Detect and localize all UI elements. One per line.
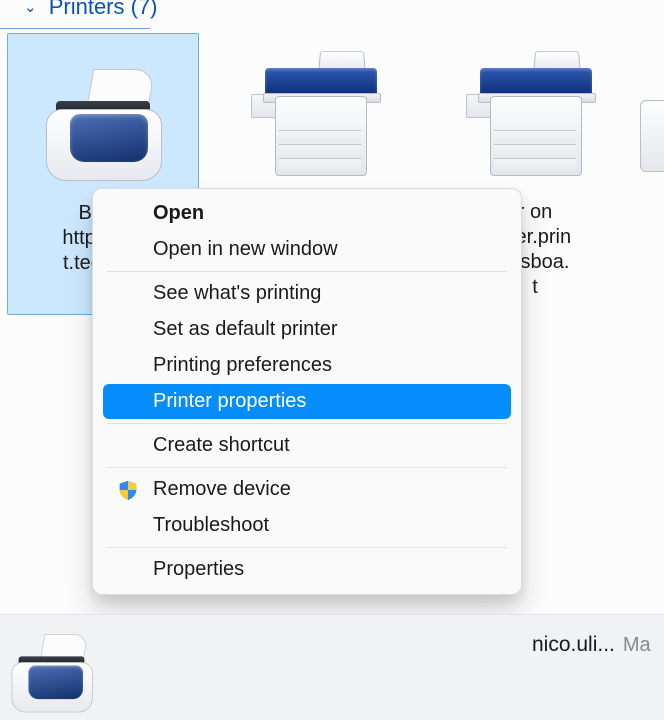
details-printer-icon	[6, 627, 97, 718]
partial-printer-icon[interactable]	[640, 100, 664, 172]
menu-properties[interactable]: Properties	[103, 552, 511, 587]
menu-open-new-window[interactable]: Open in new window	[103, 232, 511, 267]
menu-separator	[107, 271, 507, 272]
menu-printing-preferences[interactable]: Printing preferences	[103, 348, 511, 383]
menu-printer-properties[interactable]: Printer properties	[103, 384, 511, 419]
shield-icon	[117, 479, 139, 501]
section-underline	[0, 28, 150, 29]
menu-separator	[107, 423, 507, 424]
copier-icon	[440, 33, 630, 188]
copier-icon	[225, 33, 415, 188]
menu-separator	[107, 547, 507, 548]
menu-see-printing[interactable]: See what's printing	[103, 276, 511, 311]
menu-troubleshoot[interactable]: Troubleshoot	[103, 508, 511, 543]
menu-remove-device-label: Remove device	[153, 478, 291, 500]
printer-icon	[8, 34, 198, 189]
menu-open[interactable]: Open	[103, 196, 511, 231]
context-menu: Open Open in new window See what's print…	[92, 188, 522, 595]
details-meta: Ma	[623, 634, 651, 656]
chevron-down-icon[interactable]: ⌄	[24, 0, 37, 16]
section-title: Printers (7)	[49, 0, 158, 19]
details-pane: nico.uli... Ma	[0, 614, 664, 720]
details-name-fragment: nico.uli...	[532, 633, 615, 656]
printer-item[interactable]	[225, 33, 415, 200]
menu-remove-device[interactable]: Remove device	[103, 472, 511, 507]
menu-set-default[interactable]: Set as default printer	[103, 312, 511, 347]
menu-separator	[107, 467, 507, 468]
menu-create-shortcut[interactable]: Create shortcut	[103, 428, 511, 463]
